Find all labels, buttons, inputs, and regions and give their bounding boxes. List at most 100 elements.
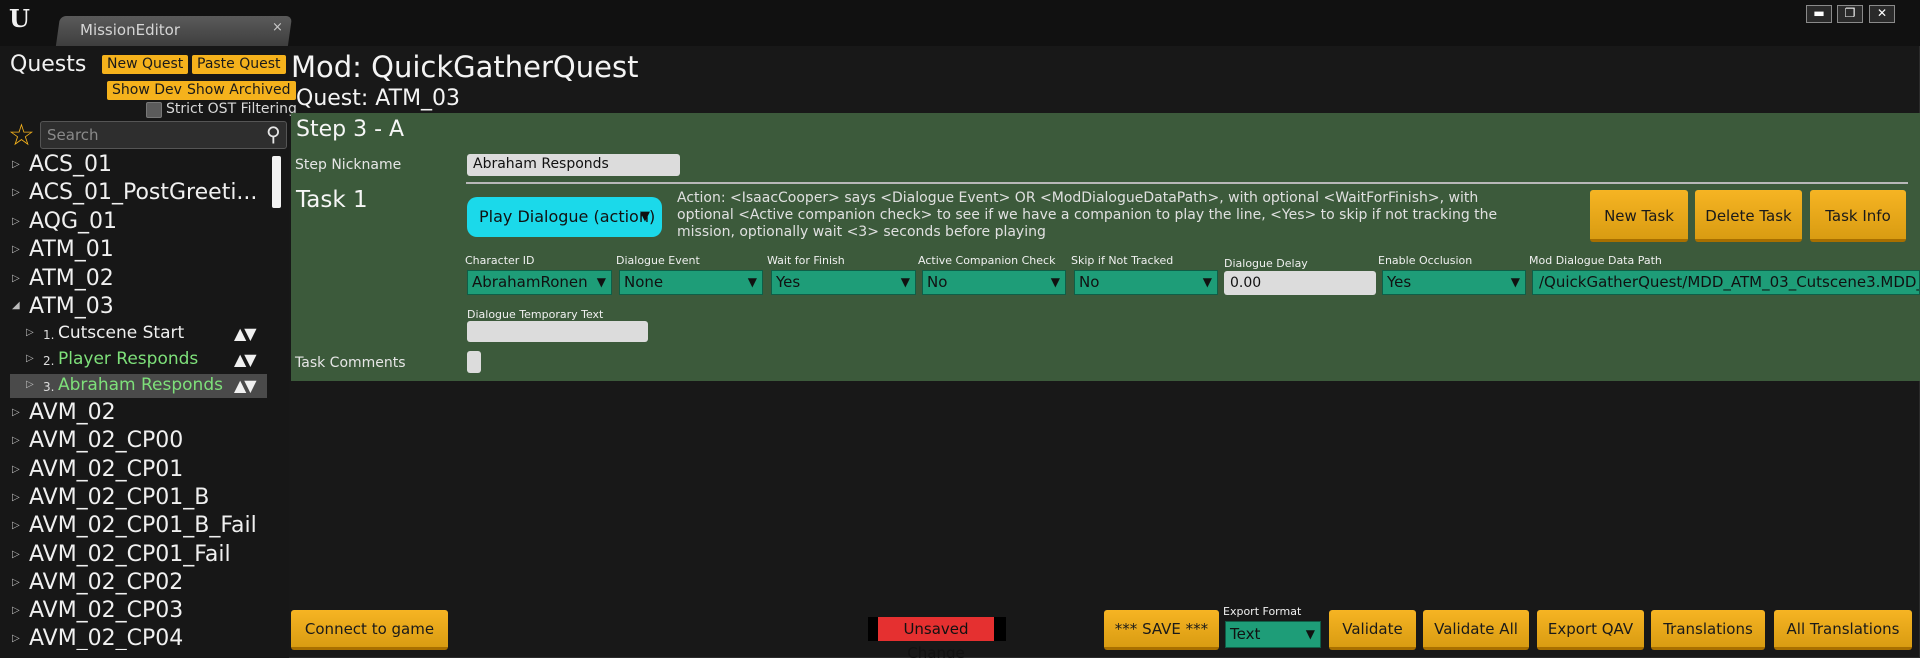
quest-label: ATM_01 [29, 237, 114, 262]
expand-arrow-icon[interactable]: ▷ [12, 520, 20, 531]
character-id-value: AbrahamRonen [472, 273, 588, 291]
quest-item[interactable]: ▷ AVM_02_CP01 [10, 457, 282, 485]
quest-label: AVM_02_CP03 [29, 598, 184, 623]
quest-label: AVM_02 [29, 400, 116, 425]
close-window-icon[interactable]: ✕ [1869, 5, 1895, 23]
step-label: Abraham Responds [58, 375, 223, 395]
quest-item[interactable]: ▷ AVM_02 [10, 400, 282, 428]
search-input[interactable]: Search [40, 121, 287, 149]
step-title: Step 3 - A [296, 117, 405, 142]
save-button[interactable]: *** SAVE *** [1104, 610, 1219, 650]
quest-item[interactable]: ▷ ATM_02 [10, 266, 282, 294]
step-item[interactable]: ▷ 2. Player Responds ▲▼ [10, 348, 267, 372]
dialogue-event-value: None [624, 273, 664, 291]
quest-item[interactable]: ▷ AVM_02_CP03 [10, 598, 282, 626]
expand-arrow-icon[interactable]: ▷ [12, 492, 20, 503]
validate-all-button[interactable]: Validate All [1423, 610, 1529, 650]
expand-arrow-icon[interactable]: ▷ [12, 605, 20, 616]
quest-item[interactable]: ▷ AVM_02_CP01_B [10, 485, 282, 513]
search-icon[interactable]: ⚲ [266, 122, 281, 146]
new-quest-button[interactable]: New Quest [102, 55, 189, 74]
export-format-value: Text [1230, 625, 1261, 643]
dialogue-event-dropdown[interactable]: None ▼ [619, 270, 763, 295]
quest-title: Quest: ATM_03 [296, 86, 461, 111]
quest-list: ▷ ACS_01 ▷ ACS_01_PostGreeti... ▷ AQG_01 ▷ A… [10, 152, 282, 650]
expand-arrow-icon[interactable]: ▷ [12, 633, 20, 644]
connect-to-game-button[interactable]: Connect to game [291, 610, 448, 650]
expand-arrow-icon[interactable]: ▷ [12, 435, 20, 446]
quest-item[interactable]: ▷ AVM_02_CP00 [10, 428, 282, 456]
character-id-dropdown[interactable]: AbrahamRonen ▼ [467, 270, 612, 295]
export-format-label: Export Format [1223, 605, 1302, 618]
paste-quest-button[interactable]: Paste Quest [192, 55, 286, 74]
expand-arrow-icon[interactable]: ▷ [12, 273, 20, 284]
validate-button[interactable]: Validate [1329, 610, 1416, 650]
dialogue-delay-input[interactable]: 0.00 [1224, 271, 1376, 295]
all-translations-button[interactable]: All Translations [1774, 610, 1912, 650]
quest-label: ACS_01 [29, 152, 112, 177]
quest-item[interactable]: ▷ AVM_02_CP02 [10, 570, 282, 598]
collapse-arrow-icon[interactable]: ◢ [12, 300, 20, 311]
task-comments-input[interactable] [467, 351, 481, 373]
quest-label: AVM_02_CP04 [29, 626, 184, 650]
quest-item[interactable]: ▷ ACS_01 [10, 152, 282, 180]
expand-arrow-icon[interactable]: ▷ [26, 379, 34, 390]
expand-arrow-icon[interactable]: ▷ [12, 159, 20, 170]
move-up-down-icon[interactable]: ▲▼ [234, 350, 257, 369]
move-up-down-icon[interactable]: ▲▼ [234, 376, 257, 395]
quest-item-expanded[interactable]: ◢ ATM_03 [10, 294, 282, 322]
skip-not-tracked-label: Skip if Not Tracked [1071, 254, 1174, 267]
temp-text-label: Dialogue Temporary Text [467, 308, 604, 321]
action-type-dropdown[interactable]: Play Dialogue (action) ▼ [467, 197, 662, 237]
expand-arrow-icon[interactable]: ▷ [12, 407, 20, 418]
maximize-icon[interactable]: ❐ [1837, 5, 1863, 23]
chevron-down-icon: ▼ [1202, 275, 1212, 289]
expand-arrow-icon[interactable]: ▷ [12, 577, 20, 588]
quest-label: ATM_02 [29, 266, 114, 291]
quest-list-scrollbar[interactable] [272, 156, 281, 208]
quest-label: ATM_03 [29, 294, 114, 319]
expand-arrow-icon[interactable]: ▷ [12, 187, 20, 198]
export-qav-button[interactable]: Export QAV [1537, 610, 1644, 650]
quest-item[interactable]: ▷ ACS_01_PostGreeti... [10, 180, 282, 208]
temp-text-input[interactable] [467, 321, 648, 342]
delete-task-button[interactable]: Delete Task [1695, 190, 1802, 242]
show-dev-button[interactable]: Show Dev [107, 81, 187, 100]
expand-arrow-icon[interactable]: ▷ [12, 244, 20, 255]
quest-label: AVM_02_CP01_B_Fail [29, 513, 257, 538]
dialogue-data-path-input[interactable]: /QuickGatherQuest/MDD_ATM_03_Cutscene3.M… [1532, 270, 1920, 295]
step-nickname-input[interactable]: Abraham Responds [467, 154, 680, 176]
quest-item[interactable]: ▷ AVM_02_CP01_Fail [10, 542, 282, 570]
favorite-star-icon[interactable]: ☆ [8, 121, 35, 151]
expand-arrow-icon[interactable]: ▷ [12, 216, 20, 227]
skip-not-tracked-dropdown[interactable]: No ▼ [1074, 270, 1218, 295]
step-item-selected[interactable]: ▷ 3. Abraham Responds ▲▼ [10, 374, 267, 398]
strict-filter-checkbox[interactable] [146, 102, 162, 118]
expand-arrow-icon[interactable]: ▷ [26, 327, 34, 338]
quest-item[interactable]: ▷ AQG_01 [10, 209, 282, 237]
minimize-icon[interactable]: ▬ [1806, 5, 1832, 23]
show-archived-button[interactable]: Show Archived [182, 81, 296, 100]
quest-label: ACS_01_PostGreeti... [29, 180, 258, 205]
chevron-down-icon: ▼ [900, 275, 910, 289]
dialogue-event-label: Dialogue Event [616, 254, 700, 267]
expand-arrow-icon[interactable]: ▷ [12, 549, 20, 560]
enable-occlusion-dropdown[interactable]: Yes ▼ [1382, 270, 1526, 295]
export-format-dropdown[interactable]: Text ▼ [1225, 621, 1321, 648]
wait-for-finish-value: Yes [776, 273, 801, 291]
task-comments-label: Task Comments [295, 355, 406, 371]
expand-arrow-icon[interactable]: ▷ [12, 464, 20, 475]
companion-check-dropdown[interactable]: No ▼ [922, 270, 1066, 295]
quest-item[interactable]: ▷ ATM_01 [10, 237, 282, 265]
quest-item[interactable]: ▷ AVM_02_CP01_B_Fail [10, 513, 282, 541]
tab-close-icon[interactable]: × [272, 20, 283, 35]
step-item[interactable]: ▷ 1. Cutscene Start ▲▼ [10, 322, 267, 346]
translations-button[interactable]: Translations [1651, 610, 1765, 650]
move-up-down-icon[interactable]: ▲▼ [234, 324, 257, 343]
wait-for-finish-dropdown[interactable]: Yes ▼ [771, 270, 916, 295]
new-task-button[interactable]: New Task [1590, 190, 1688, 242]
task-info-button[interactable]: Task Info [1810, 190, 1906, 242]
chevron-down-icon: ▼ [596, 275, 606, 289]
quest-item[interactable]: ▷ AVM_02_CP04 [10, 626, 282, 650]
expand-arrow-icon[interactable]: ▷ [26, 353, 34, 364]
